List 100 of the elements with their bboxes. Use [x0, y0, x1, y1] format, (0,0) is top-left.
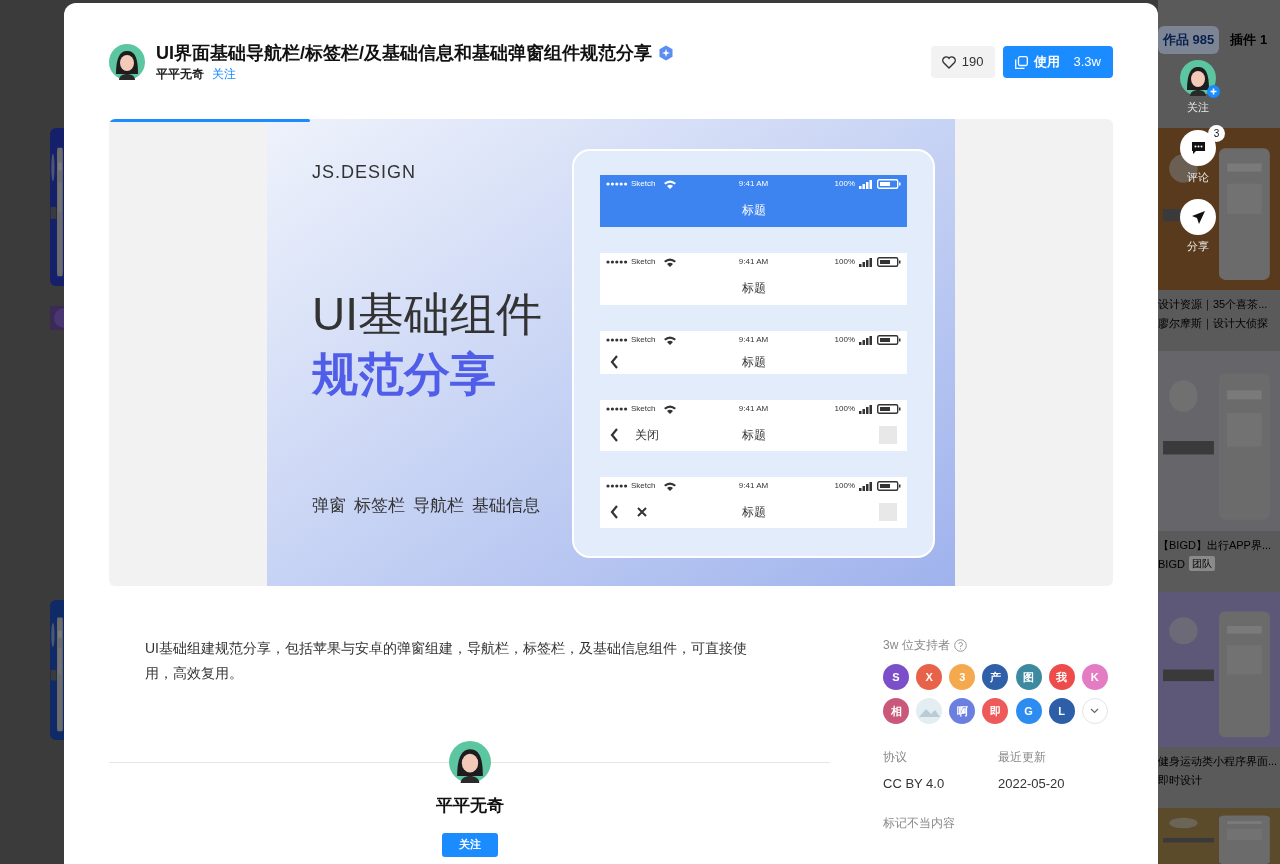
meta-value: 2022-05-20	[998, 775, 1066, 793]
battery-icon	[877, 257, 901, 267]
nav-title: 标题	[740, 353, 767, 371]
copy-icon	[1014, 55, 1028, 69]
follow-link[interactable]: 关注	[212, 65, 236, 83]
cover-headline: UI基础组件	[312, 287, 543, 341]
battery-percent: 100%	[834, 334, 855, 346]
wifi-icon	[664, 404, 677, 414]
card-title: 【BIGD】出行APP界...	[1158, 538, 1273, 553]
carrier-label: Sketch	[631, 480, 656, 492]
action-label: 评论	[1187, 169, 1209, 185]
signal-bars-icon	[859, 335, 873, 345]
supporter-avatar[interactable]: 产	[982, 664, 1009, 690]
signal-dots-icon	[606, 407, 628, 411]
card-author: 廖尔摩斯｜设计大侦探	[1158, 315, 1268, 331]
wifi-icon	[664, 335, 677, 345]
cover-subline: 规范分享	[312, 347, 497, 401]
battery-icon	[877, 404, 901, 414]
supporter-avatar[interactable]: K	[1081, 664, 1108, 690]
author-name: 平平无奇	[156, 66, 204, 83]
signal-dots-icon	[606, 260, 628, 264]
carrier-label: Sketch	[631, 403, 656, 415]
supporters-label: 3w 位支持者	[883, 637, 950, 654]
battery-percent: 100%	[834, 403, 855, 415]
profile-tab[interactable]: 作品 985	[1158, 26, 1220, 54]
cover-tag: 导航栏	[413, 493, 464, 519]
cover-tag: 标签栏	[354, 493, 405, 519]
signal-bars-icon	[859, 404, 873, 414]
battery-icon	[877, 179, 901, 189]
card-author: 即时设计	[1158, 772, 1202, 788]
action-label: 分享	[1187, 239, 1209, 254]
wifi-icon	[664, 257, 677, 267]
status-time: 9:41 AM	[737, 403, 770, 415]
signal-dots-icon	[606, 338, 628, 342]
team-tag: 团队	[1188, 556, 1215, 572]
supporter-avatar[interactable]: S	[883, 664, 909, 690]
meta-value: CC BY 4.0	[883, 775, 946, 793]
supporter-avatar[interactable]: X	[916, 664, 943, 690]
battery-icon	[877, 335, 901, 345]
card-title: 健身运动类小程序界面...	[1158, 754, 1279, 769]
battery-percent: 100%	[834, 178, 855, 190]
card-title: 设计资源｜35个喜茶...	[1158, 297, 1269, 313]
heart-icon	[941, 55, 956, 69]
meta-label: 最近更新	[998, 749, 1047, 766]
profile-tab[interactable]: 插件 1	[1225, 26, 1273, 54]
chevron-down-icon	[1090, 708, 1100, 714]
use-button[interactable]: 使用 3.3w	[1002, 46, 1113, 78]
status-time: 9:41 AM	[737, 256, 770, 268]
status-time: 9:41 AM	[737, 178, 770, 190]
battery-icon	[877, 481, 901, 491]
supporter-avatar[interactable]: 相	[883, 698, 909, 724]
supporter-avatar[interactable]: L	[1048, 698, 1075, 724]
work-description: UI基础组建规范分享，包括苹果与安卓的弹窗组建，导航栏，标签栏，及基础信息组件，可直接使用，高效复用。	[144, 639, 748, 683]
supporter-avatar[interactable]: 啊	[949, 698, 976, 724]
brand-label: JS.DESIGN	[312, 161, 418, 184]
author-name: 平平无奇	[435, 795, 504, 817]
work-title: UI界面基础导航栏/标签栏/及基础信息和基础弹窗组件规范分享	[156, 42, 652, 65]
chat-bubble-icon	[1190, 140, 1206, 155]
report-link[interactable]: 标记不当内容	[883, 813, 1113, 832]
nav-title: 标题	[740, 280, 767, 297]
author-avatar	[448, 741, 491, 783]
cover-tag: 基础信息	[472, 493, 540, 519]
author-avatar	[109, 44, 145, 80]
supporter-avatar[interactable]: 3	[949, 664, 976, 690]
status-time: 9:41 AM	[737, 480, 770, 492]
status-time: 9:41 AM	[737, 334, 770, 346]
signal-bars-icon	[859, 179, 873, 189]
close-icon	[637, 506, 647, 517]
use-label: 使用	[1033, 53, 1060, 72]
like-button[interactable]: 190	[930, 46, 995, 78]
nav-title: 标题	[740, 202, 767, 219]
wifi-icon	[664, 179, 677, 189]
plus-icon	[1207, 85, 1220, 98]
card-author: BIGD	[1158, 556, 1185, 572]
signal-bars-icon	[859, 481, 873, 491]
action-label: 关注	[1187, 100, 1209, 115]
battery-percent: 100%	[834, 256, 855, 268]
signal-bars-icon	[859, 257, 873, 267]
supporter-avatar[interactable]: G	[1015, 698, 1042, 724]
carrier-label: Sketch	[631, 334, 656, 346]
supporter-avatar[interactable]: 我	[1048, 664, 1075, 690]
close-text: 关闭	[635, 426, 659, 444]
nav-title: 标题	[740, 426, 767, 444]
supporter-avatar[interactable]: 即	[982, 698, 1009, 724]
wifi-icon	[664, 481, 677, 491]
send-icon	[1190, 209, 1206, 225]
follow-button[interactable]: 关注	[441, 832, 498, 857]
carrier-label: Sketch	[631, 256, 656, 268]
cover-tag: 弹窗	[312, 493, 346, 519]
help-icon	[953, 638, 967, 652]
nav-title: 标题	[740, 503, 767, 521]
use-count: 3.3w	[1073, 53, 1101, 72]
signal-dots-icon	[606, 484, 628, 488]
supporter-avatar[interactable]: 图	[1015, 664, 1042, 690]
meta-label: 协议	[883, 749, 908, 766]
signal-dots-icon	[606, 182, 628, 186]
carrier-label: Sketch	[631, 178, 656, 190]
back-chevron-icon	[610, 354, 619, 369]
back-chevron-icon	[610, 504, 619, 519]
battery-percent: 100%	[834, 480, 855, 492]
